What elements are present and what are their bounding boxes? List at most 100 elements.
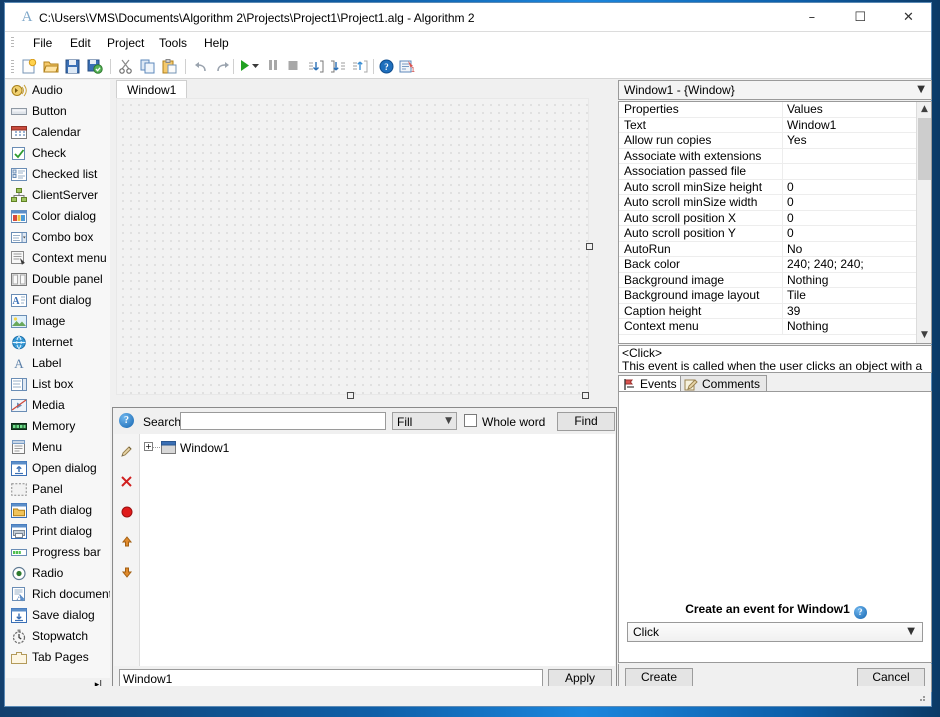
cancel-button[interactable]: Cancel — [857, 668, 925, 687]
toolbox-item-audio[interactable]: Audio — [6, 80, 110, 101]
toolbox-item-progress-bar[interactable]: Progress bar — [6, 542, 110, 563]
toolbox-item-checked-list[interactable]: Checked list — [6, 164, 110, 185]
toolbox-item-panel[interactable]: Panel — [6, 479, 110, 500]
search-scope-select[interactable]: Fill ▼ — [392, 412, 457, 430]
scroll-up-icon[interactable]: ▲ — [917, 102, 931, 117]
toolbox-item-button[interactable]: Button — [6, 101, 110, 122]
property-row[interactable]: Text Window1 — [619, 117, 916, 133]
close-button[interactable]: ✕ — [886, 3, 931, 32]
pause-button[interactable] — [264, 57, 284, 76]
edit-button[interactable] — [117, 442, 137, 462]
toolbox-item-open-dialog[interactable]: Open dialog — [6, 458, 110, 479]
property-row[interactable]: Caption height 39 — [619, 303, 916, 319]
toolbox-item-double-panel[interactable]: Double panel — [6, 269, 110, 290]
step-over-button[interactable] — [328, 57, 348, 76]
toolbox-item-list-box[interactable]: List box — [6, 374, 110, 395]
toolbox-item-font-dialog[interactable]: A Font dialog — [6, 290, 110, 311]
delete-button[interactable] — [117, 472, 137, 492]
property-row[interactable]: AutoRun No — [619, 241, 916, 257]
move-down-button[interactable] — [117, 562, 137, 582]
toolbox-item-tab-pages[interactable]: Tab Pages — [6, 647, 110, 668]
scroll-down-icon[interactable]: ▼ — [917, 328, 931, 343]
minimize-button[interactable]: – — [789, 3, 834, 32]
toolbox-item-print-dialog[interactable]: Print dialog — [6, 521, 110, 542]
property-row[interactable]: Auto scroll position X 0 — [619, 210, 916, 226]
menu-item-file[interactable]: File — [25, 35, 60, 52]
properties-scrollbar[interactable]: ▲ ▼ — [916, 102, 931, 343]
undo-button[interactable] — [191, 57, 211, 76]
property-row[interactable]: Auto scroll minSize height 0 — [619, 179, 916, 195]
tab-comments[interactable]: Comments — [680, 375, 768, 392]
redo-button[interactable] — [213, 57, 233, 76]
cut-button[interactable] — [116, 57, 136, 76]
tree-expander-icon[interactable]: + — [144, 442, 153, 451]
step-out-button[interactable] — [350, 57, 370, 76]
menu-item-edit[interactable]: Edit — [62, 35, 99, 52]
search-help-icon[interactable]: ? — [119, 413, 134, 428]
events-list[interactable]: Create an event for Window1? Click ▼ — [618, 391, 932, 663]
run-button[interactable] — [237, 57, 251, 76]
resize-handle-right[interactable] — [586, 243, 593, 250]
property-row[interactable]: Context menu Nothing — [619, 319, 916, 335]
toolbox-item-media[interactable]: Media — [6, 395, 110, 416]
toolbox-item-memory[interactable]: Memory — [6, 416, 110, 437]
resize-handle-bottom[interactable] — [347, 392, 354, 399]
paste-button[interactable] — [160, 57, 180, 76]
toolbox-item-image[interactable]: Image — [6, 311, 110, 332]
help-button[interactable]: ? — [377, 57, 397, 76]
tasks-button[interactable]: 1 — [397, 57, 417, 76]
breakpoint-button[interactable] — [117, 502, 137, 522]
move-up-button[interactable] — [117, 532, 137, 552]
toolbox-item-color-dialog[interactable]: Color dialog — [6, 206, 110, 227]
search-input[interactable] — [180, 412, 386, 430]
whole-word-checkbox[interactable] — [464, 414, 477, 427]
property-row[interactable]: Background image Nothing — [619, 272, 916, 288]
toolbox-item-stopwatch[interactable]: Stopwatch — [6, 626, 110, 647]
toolbox-item-radio[interactable]: Radio — [6, 563, 110, 584]
toolbox-item-save-dialog[interactable]: Save dialog — [6, 605, 110, 626]
copy-button[interactable] — [138, 57, 158, 76]
new-file-button[interactable] — [19, 57, 39, 76]
object-selector[interactable]: Window1 - {Window} ▼ — [618, 80, 932, 100]
tab-events[interactable]: Events — [618, 375, 684, 392]
step-over-icon — [328, 57, 348, 76]
property-row[interactable]: Back color 240; 240; 240; — [619, 257, 916, 273]
maximize-button[interactable]: ☐ — [838, 3, 883, 32]
property-row[interactable]: Allow run copies Yes — [619, 133, 916, 149]
resize-handle-corner[interactable] — [582, 392, 589, 399]
toolbox-item-rich-document[interactable]: A Rich document — [6, 584, 110, 605]
toolbox-item-combo-box[interactable]: Combo box — [6, 227, 110, 248]
save-all-button[interactable] — [85, 57, 105, 76]
property-row[interactable]: Associate with extensions — [619, 148, 916, 164]
run-options-button[interactable] — [250, 57, 262, 76]
event-type-select[interactable]: Click ▼ — [627, 622, 923, 642]
find-button[interactable]: Find — [557, 412, 615, 431]
toolbox-item-context-menu[interactable]: Context menu — [6, 248, 110, 269]
object-tree[interactable]: + Window1 — [114, 434, 615, 666]
toolbox-item-path-dialog[interactable]: Path dialog — [6, 500, 110, 521]
toolbox-item-clientserver[interactable]: ClientServer — [6, 185, 110, 206]
property-row[interactable]: Association passed file — [619, 164, 916, 180]
open-file-button[interactable] — [41, 57, 61, 76]
toolbox-item-calendar[interactable]: Calendar — [6, 122, 110, 143]
menu-item-tools[interactable]: Tools — [151, 35, 195, 52]
property-row[interactable]: Background image layout Tile — [619, 288, 916, 304]
toolbox-item-label[interactable]: A Label — [6, 353, 110, 374]
designer-tab-window1[interactable]: Window1 — [116, 80, 188, 98]
toolbox-item-menu[interactable]: Menu — [6, 437, 110, 458]
toolbox-item-internet[interactable]: Internet — [6, 332, 110, 353]
menu-item-project[interactable]: Project — [99, 35, 152, 52]
menu-item-help[interactable]: Help — [196, 35, 237, 52]
save-button[interactable] — [63, 57, 83, 76]
toolbox-item-check[interactable]: Check — [6, 143, 110, 164]
stop-button[interactable] — [284, 57, 304, 76]
property-row[interactable]: Auto scroll position Y 0 — [619, 226, 916, 242]
properties-grid[interactable]: Properties Values Text Window1 Allow run cop… — [618, 101, 932, 344]
scrollbar-thumb[interactable] — [918, 118, 931, 180]
create-button[interactable]: Create — [625, 668, 693, 687]
property-row[interactable]: Auto scroll minSize width 0 — [619, 195, 916, 211]
step-into-button[interactable] — [306, 57, 326, 76]
resize-grip-icon[interactable] — [916, 693, 926, 703]
create-event-help-icon[interactable]: ? — [853, 606, 867, 619]
design-canvas[interactable] — [116, 98, 589, 395]
